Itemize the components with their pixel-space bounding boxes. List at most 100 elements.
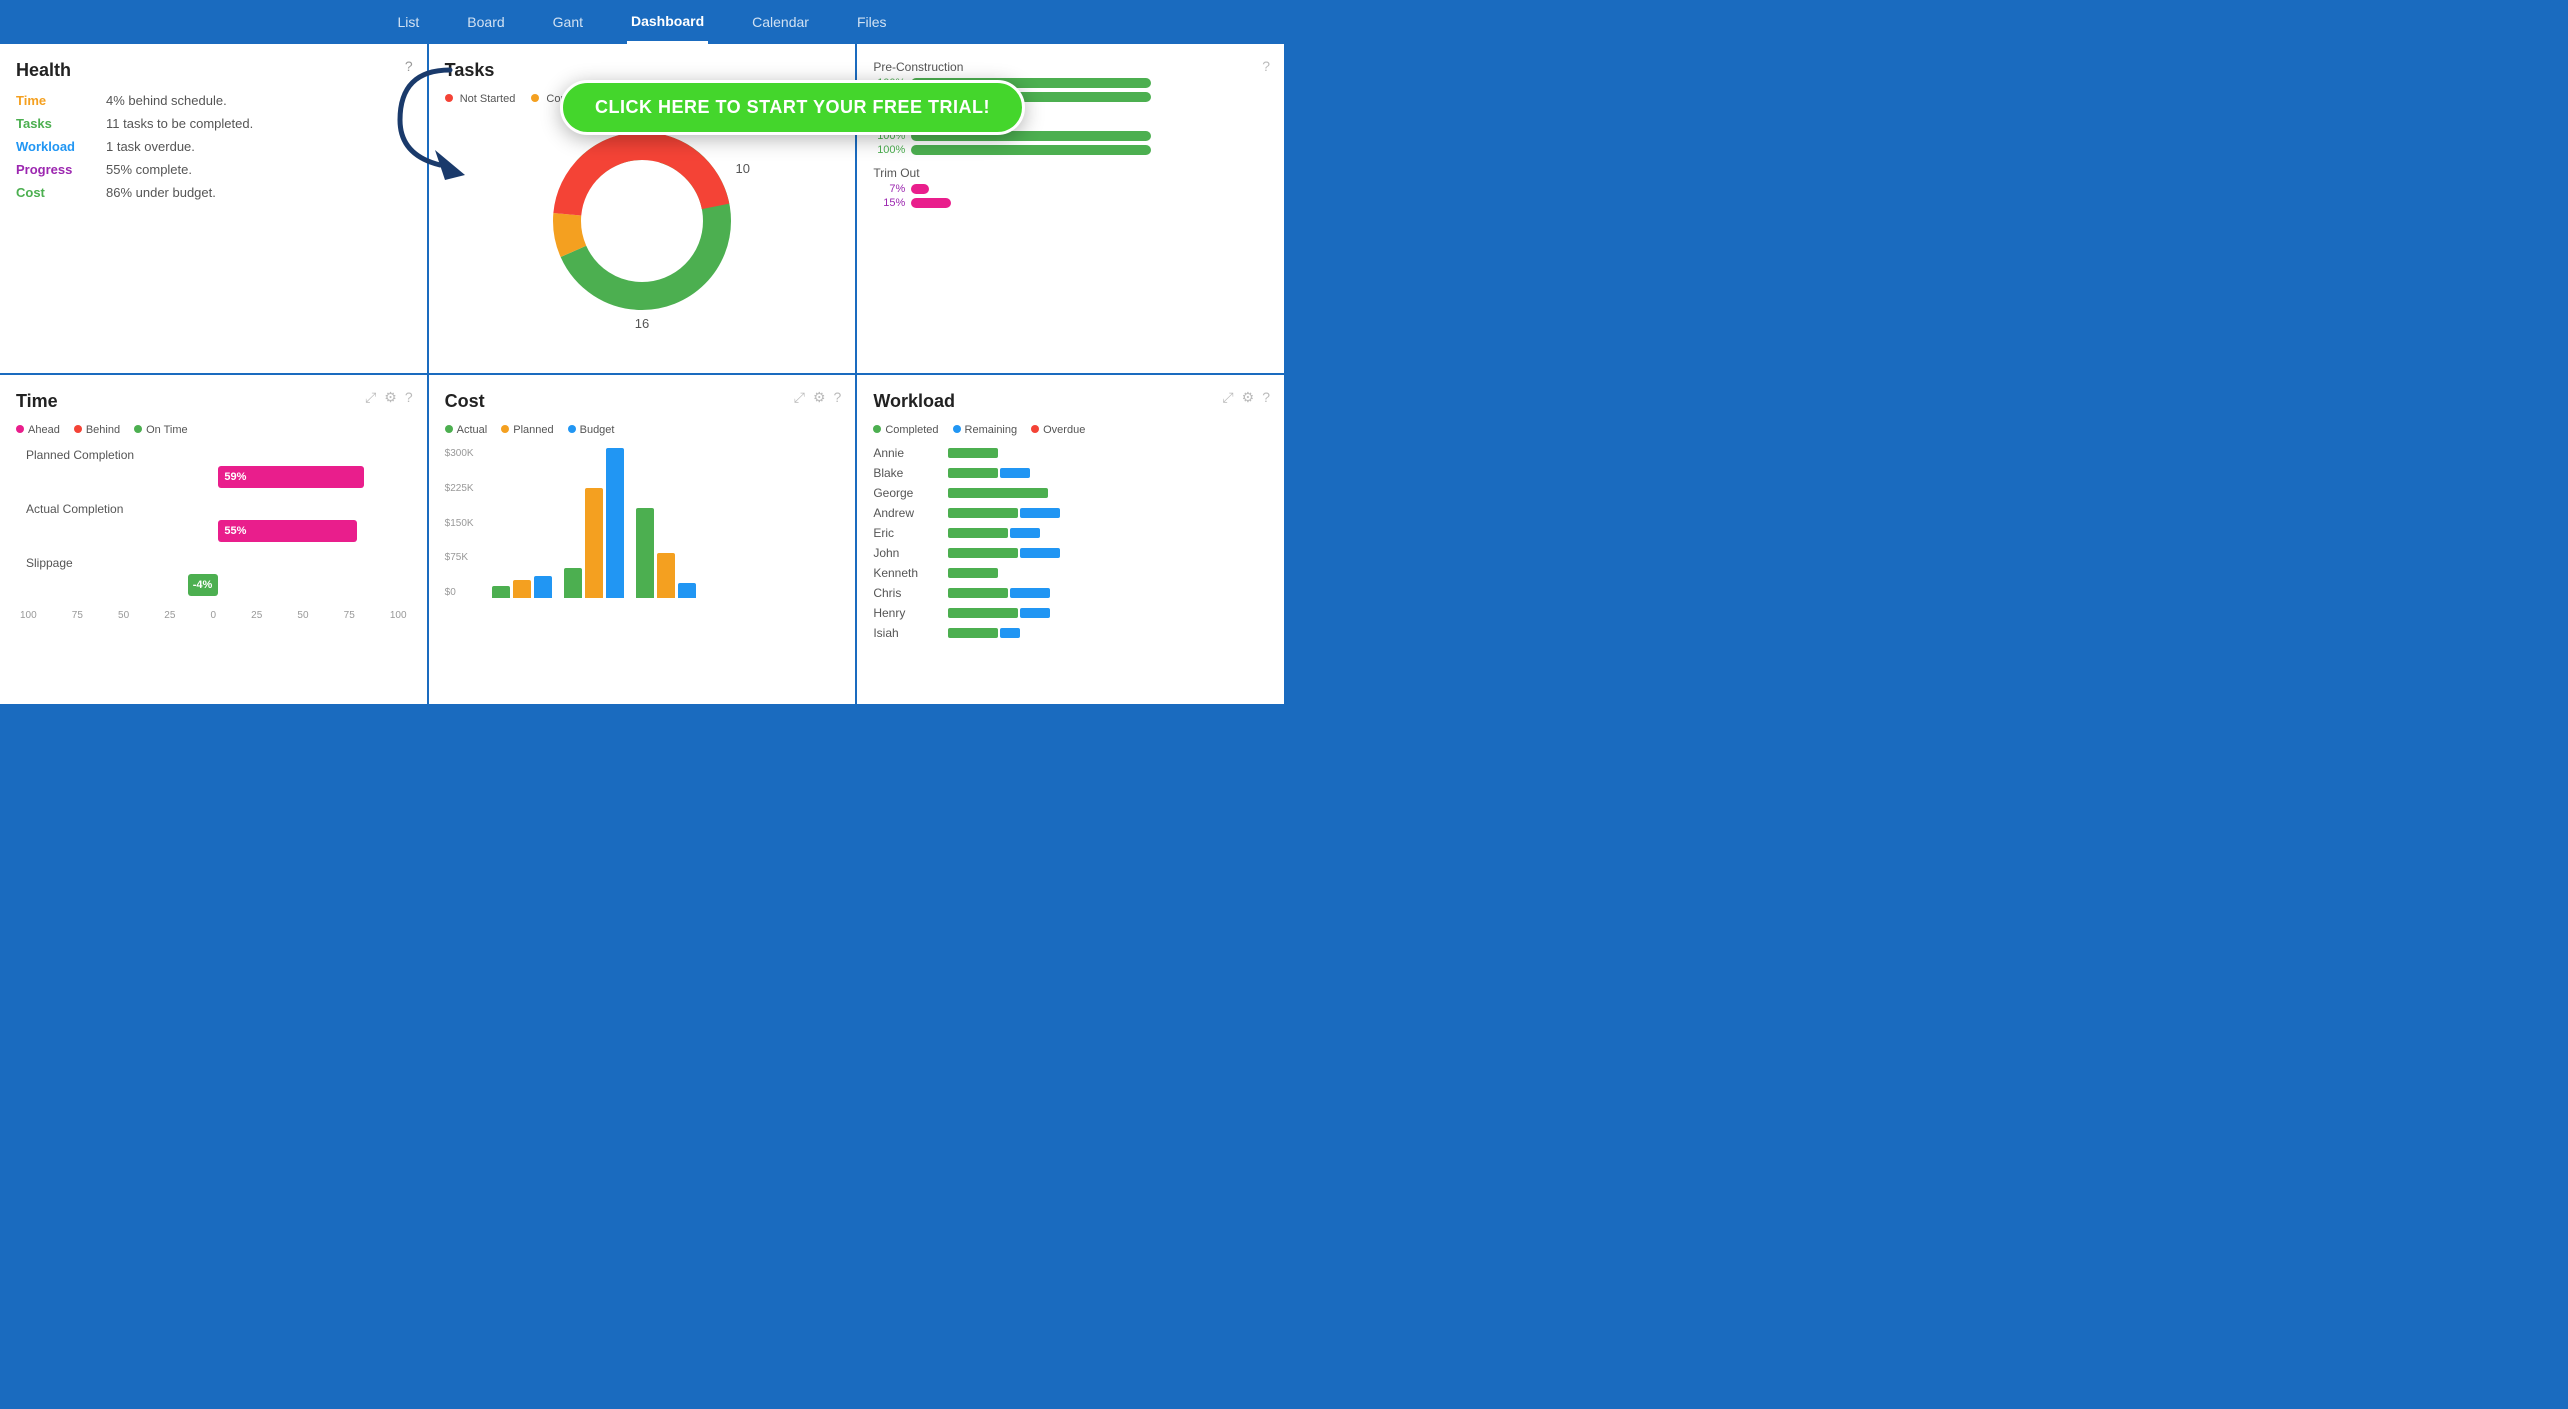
phase-trim-pct1: 7% (873, 183, 905, 195)
time-slippage-bar-area: -4% (26, 574, 411, 596)
axis-50-right: 50 (297, 610, 308, 621)
axis-50-left: 50 (118, 610, 129, 621)
workload-help-icon[interactable]: ? (1262, 389, 1270, 406)
health-progress-value: 55% complete. (106, 162, 192, 177)
y-0: $0 (445, 587, 474, 598)
time-chart-area: Planned Completion 59% Actual Completion… (16, 448, 411, 596)
phase-preconstruction-name: Pre-Construction (873, 60, 1268, 74)
legend-ahead: Ahead (16, 424, 60, 436)
donut-label-16: 16 (635, 316, 649, 331)
donut-label-10: 10 (736, 161, 750, 176)
cost-help-icon[interactable]: ? (834, 389, 842, 406)
chris-completed (948, 588, 1008, 598)
time-slippage-bar: -4% (188, 574, 219, 596)
cost-group-2 (564, 448, 624, 598)
time-legend: Ahead Behind On Time (16, 424, 411, 436)
cost-y-axis: $300K $225K $150K $75K $0 (445, 448, 482, 598)
phase-con-bar-green2 (911, 145, 1151, 155)
arrow-graphic (390, 60, 570, 180)
health-cost-row: Cost 86% under budget. (16, 185, 411, 200)
axis-25-right: 25 (251, 610, 262, 621)
john-remaining (1020, 548, 1060, 558)
behind-dot (74, 425, 82, 433)
workload-henry-name: Henry (873, 606, 948, 620)
time-slippage-row: Slippage -4% (26, 556, 411, 596)
health-time-value: 4% behind schedule. (106, 93, 227, 108)
cost-g2-planned (585, 488, 603, 598)
nav-files[interactable]: Files (853, 0, 891, 44)
y-225k: $225K (445, 483, 474, 494)
budget-dot (568, 425, 576, 433)
workload-annie-bars (948, 448, 998, 458)
cost-g1-planned (513, 580, 531, 598)
andrew-completed (948, 508, 1018, 518)
overdue-dot (1031, 425, 1039, 433)
cost-g2-budget (606, 448, 624, 598)
phase-trim-bar2: 15% (873, 197, 1268, 209)
legend-overdue: Overdue (1031, 424, 1085, 436)
nav-calendar[interactable]: Calendar (748, 0, 813, 44)
workload-andrew-name: Andrew (873, 506, 948, 520)
nav-gant[interactable]: Gant (549, 0, 587, 44)
health-workload-row: Workload 1 task overdue. (16, 139, 411, 154)
y-150k: $150K (445, 518, 474, 529)
time-actual-bar-area: 55% (26, 520, 411, 542)
phase-trimout-name: Trim Out (873, 166, 1268, 180)
workload-blake-name: Blake (873, 466, 948, 480)
legend-completed: Completed (873, 424, 938, 436)
workload-kenneth-bars (948, 568, 998, 578)
workload-george-bars (948, 488, 1048, 498)
cost-g1-actual (492, 586, 510, 598)
workload-andrew: Andrew (873, 506, 1268, 520)
workload-chris-name: Chris (873, 586, 948, 600)
phase-trim-bar1: 7% (873, 183, 1268, 195)
cost-card-icons: ⤢ ⚙ ? (794, 389, 842, 406)
legend-remaining: Remaining (953, 424, 1018, 436)
cost-group-1 (492, 576, 552, 598)
time-card-icons: ⤢ ⚙ ? (365, 389, 413, 406)
health-tasks-row: Tasks 11 tasks to be completed. (16, 116, 411, 131)
nav-bar: List Board Gant Dashboard Calendar Files (0, 0, 1284, 44)
cost-title: Cost (445, 391, 840, 412)
workload-george: George (873, 486, 1268, 500)
cta-button[interactable]: CLICK HERE TO START YOUR FREE TRIAL! (560, 80, 1025, 135)
time-expand-icon[interactable]: ⤢ (365, 389, 376, 406)
workload-chris: Chris (873, 586, 1268, 600)
time-planned-label: Planned Completion (26, 448, 411, 462)
completed-dot (873, 425, 881, 433)
nav-board[interactable]: Board (463, 0, 508, 44)
workload-john-name: John (873, 546, 948, 560)
health-workload-value: 1 task overdue. (106, 139, 195, 154)
cost-g3-actual (636, 508, 654, 598)
health-card: Health ? Time 4% behind schedule. Tasks … (0, 44, 427, 373)
workload-henry-bars (948, 608, 1050, 618)
axis-75-left: 75 (72, 610, 83, 621)
cost-card: Cost ⤢ ⚙ ? Actual Planned Budget $300K $… (429, 375, 856, 704)
phase-help-icon[interactable]: ? (1262, 58, 1270, 74)
health-tasks-value: 11 tasks to be completed. (106, 116, 253, 131)
health-title: Health (16, 60, 411, 81)
phase-trim-bar-pink1 (911, 184, 929, 194)
axis-100-left: 100 (20, 610, 37, 621)
workload-expand-icon[interactable]: ⤢ (1222, 389, 1233, 406)
time-settings-icon[interactable]: ⚙ (384, 389, 397, 406)
workload-settings-icon[interactable]: ⚙ (1242, 389, 1255, 406)
george-completed (948, 488, 1048, 498)
workload-card: Workload ⤢ ⚙ ? Completed Remaining Overd… (857, 375, 1284, 704)
cost-expand-icon[interactable]: ⤢ (794, 389, 805, 406)
time-actual-label: Actual Completion (26, 502, 411, 516)
phase-trimout: Trim Out 7% 15% (873, 166, 1268, 209)
nav-dashboard[interactable]: Dashboard (627, 0, 708, 44)
time-title: Time (16, 391, 411, 412)
andrew-remaining (1020, 508, 1060, 518)
time-help-icon[interactable]: ? (405, 389, 413, 406)
workload-title: Workload (873, 391, 1268, 412)
workload-eric-bars (948, 528, 1040, 538)
ahead-dot (16, 425, 24, 433)
cost-group-3 (636, 508, 696, 598)
axis-25-left: 25 (164, 610, 175, 621)
eric-completed (948, 528, 1008, 538)
nav-list[interactable]: List (393, 0, 423, 44)
y-300k: $300K (445, 448, 474, 459)
cost-settings-icon[interactable]: ⚙ (813, 389, 826, 406)
